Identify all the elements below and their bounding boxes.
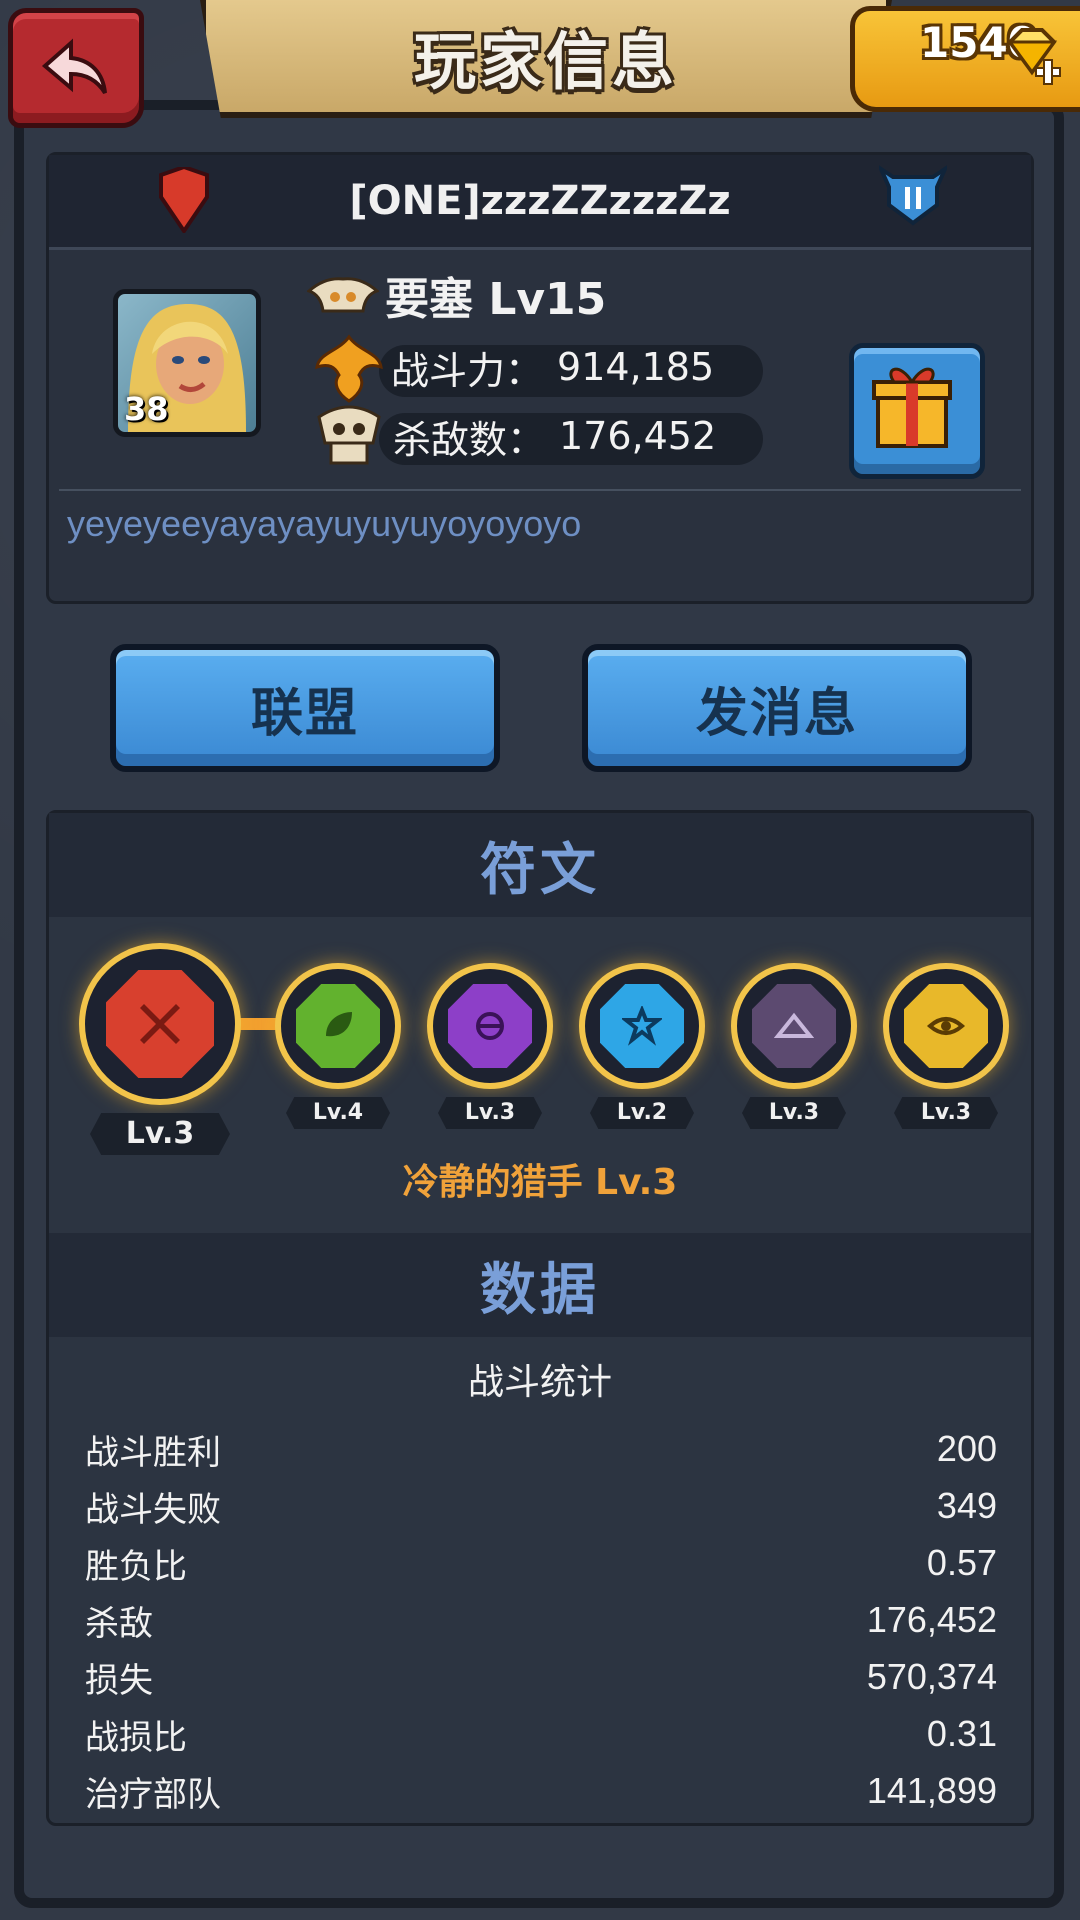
power-label: 战斗力： [391, 348, 544, 393]
dark-mountain-rune-icon [752, 984, 836, 1068]
back-arrow-icon [41, 38, 107, 95]
rune-ring [79, 943, 241, 1105]
power-value: 914,185 [557, 345, 715, 389]
stat-row: 战损比 0.31 [85, 1706, 997, 1762]
blue-star-rune-icon [600, 984, 684, 1068]
rune-level: Lv.3 [742, 1097, 846, 1129]
stat-label: 战斗失败 [85, 1489, 221, 1530]
stat-value: 176,452 [866, 1599, 997, 1640]
rune-ring [275, 963, 401, 1089]
runes-title: 符文 [480, 837, 600, 903]
message-button[interactable]: 发消息 [582, 644, 972, 772]
yellow-eye-rune-icon [904, 984, 988, 1068]
data-title: 数据 [480, 1257, 600, 1323]
runes-data-panel: 符文 Lv.3 Lv.4 Lv.3 Lv.2 Lv.3 Lv.3 冷静的猎手 L… [46, 810, 1034, 1826]
stat-value: 0.31 [926, 1713, 997, 1754]
rune-level: Lv.3 [438, 1097, 542, 1129]
player-card: [ONE]zzzZZzzzZz 38 要塞 Lv15 战斗力： 914,185 … [46, 152, 1034, 604]
page-title: 玩家信息 [413, 25, 678, 98]
rune-slot-2[interactable]: Lv.4 [275, 963, 401, 1129]
fortress-skull-icon [307, 277, 379, 313]
rune-slot-5[interactable]: Lv.3 [731, 963, 857, 1129]
rune-slot-1[interactable]: Lv.3 [79, 943, 241, 1155]
stat-row: 杀敌 176,452 [85, 1592, 997, 1648]
red-cross-rune-icon [106, 970, 214, 1078]
rune-ring [883, 963, 1009, 1089]
rank-shield-icon [879, 165, 947, 226]
stat-value: 349 [936, 1485, 997, 1526]
skull-icon [317, 405, 381, 465]
card-divider [59, 489, 1021, 491]
kills-value: 176,452 [559, 414, 717, 458]
alliance-button[interactable]: 联盟 [110, 644, 500, 772]
rune-slot-3[interactable]: Lv.3 [427, 963, 553, 1129]
stat-row: 战斗胜利 200 [85, 1421, 997, 1477]
diamond-plus-icon[interactable] [1000, 24, 1064, 88]
stat-value: 200 [936, 1428, 997, 1469]
player-name-bar: [ONE]zzzZZzzzZz [49, 155, 1031, 250]
stat-value: 0.57 [926, 1542, 997, 1583]
stat-row: 治疗部队 141,899 [85, 1763, 997, 1819]
rune-ring [427, 963, 553, 1089]
fortress-row: 要塞 Lv15 [307, 263, 606, 327]
rune-level: Lv.4 [286, 1097, 390, 1129]
player-level: 38 [124, 390, 169, 428]
red-flag-icon [159, 167, 209, 233]
phoenix-icon [315, 334, 383, 403]
rune-level: Lv.3 [894, 1097, 998, 1129]
stat-label: 战斗胜利 [85, 1432, 221, 1473]
stat-label: 战损比 [85, 1717, 187, 1758]
runes-header: 符文 [49, 813, 1031, 917]
kills-label: 杀敌数： [393, 417, 546, 462]
rune-level: Lv.3 [90, 1113, 230, 1155]
stat-label: 损失 [85, 1660, 153, 1701]
rune-level: Lv.2 [590, 1097, 694, 1129]
title-banner: 玩家信息 [200, 0, 892, 118]
active-rune-set-title: 冷静的猎手 Lv.3 [402, 1162, 678, 1203]
stat-label: 杀敌 [85, 1603, 153, 1644]
player-name: [ONE]zzzZZzzzZz [349, 178, 731, 224]
fortress-level: 要塞 Lv15 [385, 274, 607, 325]
kills-row: 杀敌数： 176,452 [313, 403, 716, 469]
stat-value: 570,374 [866, 1656, 997, 1697]
rune-ring [579, 963, 705, 1089]
back-button[interactable] [8, 8, 144, 128]
rune-slot-4[interactable]: Lv.2 [579, 963, 705, 1129]
rune-ring [731, 963, 857, 1089]
green-leaf-rune-icon [296, 984, 380, 1068]
alliance-button-label: 联盟 [250, 683, 359, 744]
stat-row: 损失 570,374 [85, 1649, 997, 1705]
stat-value: 141,899 [866, 1770, 997, 1811]
gift-icon [872, 367, 952, 448]
gift-button[interactable] [849, 343, 985, 479]
battle-stats-subtitle: 战斗统计 [467, 1362, 612, 1403]
purple-rune-icon [448, 984, 532, 1068]
stat-row: 胜负比 0.57 [85, 1535, 997, 1591]
player-motto: yeyeyeeyayayayuyuyuyoyoyoyo [67, 503, 582, 544]
stat-label: 治疗部队 [85, 1774, 221, 1815]
data-header: 数据 [49, 1233, 1031, 1337]
stat-label: 胜负比 [85, 1546, 187, 1587]
player-avatar[interactable]: 38 [113, 289, 261, 437]
power-row: 战斗力： 914,185 [315, 331, 714, 403]
stat-row: 战斗失败 349 [85, 1478, 997, 1534]
rune-slot-6[interactable]: Lv.3 [883, 963, 1009, 1129]
message-button-label: 发消息 [695, 683, 858, 744]
